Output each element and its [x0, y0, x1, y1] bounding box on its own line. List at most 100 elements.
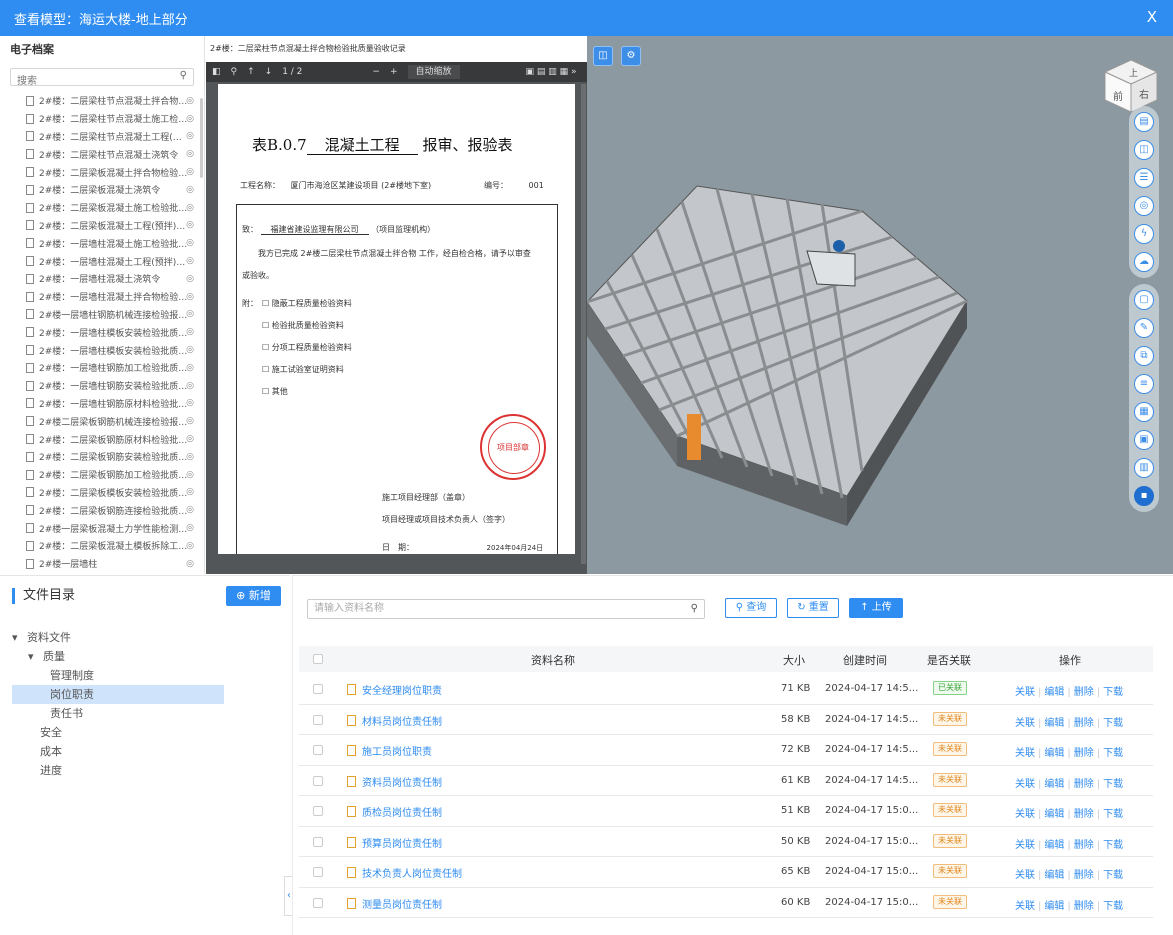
tree-node-progress[interactable]: 进度: [12, 761, 224, 780]
archive-item[interactable]: 2#楼：二层梁板混凝土工程(预拌)施工记录◎: [0, 217, 204, 235]
model-viewport[interactable]: ◫ ⚙ 上 前 右 ▤ ◫ ☰ ◎ ϟ ☁ ▢ ✎ ⧉ ≡ ▦ ▣ ▥ ▪: [587, 36, 1173, 574]
archive-item[interactable]: 2#楼：二层梁板混凝土浇筑令 ◎: [0, 181, 204, 199]
table-icon[interactable]: ▦: [1134, 402, 1154, 422]
link-action[interactable]: 关联: [1015, 779, 1035, 790]
query-button[interactable]: ⚲ 查询: [725, 598, 777, 618]
cube-right-label[interactable]: 右: [1139, 88, 1149, 101]
archive-item[interactable]: 2#楼一层墙柱钢筋机械连接检验报告SFC...◎: [0, 306, 204, 324]
eye-icon[interactable]: ◎: [186, 238, 194, 248]
download-action[interactable]: 下载: [1103, 901, 1123, 912]
page-indicator[interactable]: 1 / 2: [282, 67, 302, 77]
archive-item[interactable]: 2#楼：二层梁板钢筋安装检验批质量验收...◎: [0, 448, 204, 466]
next-page-icon[interactable]: ↓: [265, 67, 273, 77]
download-action[interactable]: 下载: [1103, 809, 1123, 820]
row-checkbox[interactable]: [313, 836, 323, 847]
pdf-icon[interactable]: ▪: [1134, 486, 1154, 506]
eye-icon[interactable]: ◎: [186, 96, 194, 106]
flash-icon[interactable]: ϟ: [1134, 224, 1154, 244]
archive-item[interactable]: 2#楼：一层墙柱钢筋安装检验批质量验收...◎: [0, 377, 204, 395]
row-checkbox[interactable]: [313, 775, 323, 786]
close-icon[interactable]: X: [1147, 8, 1157, 26]
archive-item[interactable]: 2#楼二层梁板钢筋机械连接检验报告SFC...◎: [0, 412, 204, 430]
eye-icon[interactable]: ◎: [186, 256, 194, 266]
layers-icon[interactable]: ☰: [1134, 168, 1154, 188]
file-name-link[interactable]: 安全经理岗位职责: [347, 682, 442, 697]
eye-icon[interactable]: ◎: [186, 559, 194, 569]
eye-icon[interactable]: ◎: [186, 167, 194, 177]
archive-item[interactable]: 2#楼：二层梁板钢筋原材料检验批质量验...◎: [0, 430, 204, 448]
document-icon[interactable]: ▢: [1134, 290, 1154, 310]
eye-icon[interactable]: ◎: [186, 505, 194, 515]
screenshot-icon[interactable]: ⧉: [1134, 346, 1154, 366]
archive-item[interactable]: 2#楼：二层梁柱节点混凝土拌合物检验批...◎: [0, 92, 204, 110]
archive-item[interactable]: 2#楼一层墙柱 ◎: [0, 555, 204, 573]
tree-node-responsibility[interactable]: 责任书: [12, 704, 224, 723]
archive-item[interactable]: 2#楼：二层梁柱节点混凝土工程(预拌)施...◎: [0, 128, 204, 146]
edit-action[interactable]: 编辑: [1044, 870, 1064, 881]
link-action[interactable]: 关联: [1015, 870, 1035, 881]
render-icon[interactable]: ◎: [1134, 196, 1154, 216]
row-checkbox[interactable]: [313, 897, 323, 908]
zoom-in-icon[interactable]: +: [390, 67, 398, 77]
archive-item[interactable]: 2#楼：一层墙柱混凝土施工检验批质量验...◎: [0, 234, 204, 252]
delete-action[interactable]: 删除: [1074, 687, 1094, 698]
view-cube[interactable]: 上 前 右: [1101, 56, 1161, 116]
eye-icon[interactable]: ◎: [186, 203, 194, 213]
eye-icon[interactable]: ◎: [186, 470, 194, 480]
note-icon[interactable]: ✎: [1134, 318, 1154, 338]
row-checkbox[interactable]: [313, 867, 323, 877]
tree-node-cost[interactable]: 成本: [12, 742, 224, 761]
eye-icon[interactable]: ◎: [186, 487, 194, 497]
delete-action[interactable]: 删除: [1074, 779, 1094, 790]
list-icon[interactable]: ≡: [1134, 374, 1154, 394]
eye-icon[interactable]: ◎: [186, 327, 194, 337]
eye-icon[interactable]: ◎: [186, 381, 194, 391]
tree-node-management[interactable]: 管理制度: [12, 666, 224, 685]
eye-icon[interactable]: ◎: [186, 452, 194, 462]
tree-node-quality[interactable]: ▾ 质量: [12, 647, 224, 666]
download-action[interactable]: 下载: [1103, 748, 1123, 759]
file-name-link[interactable]: 预算员岗位责任制: [347, 835, 442, 850]
archive-item[interactable]: 2#楼：二层梁板钢筋连接检验批质量验收...◎: [0, 501, 204, 519]
zoom-select[interactable]: 自动缩放: [407, 65, 460, 79]
clipboard-icon[interactable]: ▣: [1134, 430, 1154, 450]
eye-icon[interactable]: ◎: [186, 292, 194, 302]
download-action[interactable]: 下载: [1103, 840, 1123, 851]
sidebar-toggle-icon[interactable]: ◧: [212, 67, 221, 77]
search-icon[interactable]: ⚲: [691, 600, 698, 618]
edit-action[interactable]: 编辑: [1044, 779, 1064, 790]
edit-action[interactable]: 编辑: [1044, 809, 1064, 820]
download-action[interactable]: 下载: [1103, 718, 1123, 729]
eye-icon[interactable]: ◎: [186, 523, 194, 533]
find-icon[interactable]: ⚲: [231, 67, 238, 77]
row-checkbox[interactable]: [313, 684, 323, 694]
link-action[interactable]: 关联: [1015, 718, 1035, 729]
file-name-link[interactable]: 施工员岗位职责: [347, 743, 432, 758]
link-action[interactable]: 关联: [1015, 748, 1035, 759]
zoom-out-icon[interactable]: −: [372, 67, 380, 77]
tree-node-duties[interactable]: 岗位职责: [12, 685, 224, 704]
section-icon[interactable]: ◫: [1134, 140, 1154, 160]
edit-action[interactable]: 编辑: [1044, 901, 1064, 912]
eye-icon[interactable]: ◎: [186, 345, 194, 355]
archive-item[interactable]: 2#楼：二层梁柱节点混凝土施工检验批质...◎: [0, 110, 204, 128]
tools-icon[interactable]: ▣ ▤ ▥ ▦ »: [526, 67, 577, 77]
eye-icon[interactable]: ◎: [186, 363, 194, 373]
archive-item[interactable]: 2#楼：一层墙柱钢筋原材料检验批质量验...◎: [0, 395, 204, 413]
reset-button[interactable]: ↻ 重置: [787, 598, 839, 618]
pdf-scrollbar[interactable]: [581, 84, 586, 564]
eye-icon[interactable]: ◎: [186, 149, 194, 159]
download-action[interactable]: 下载: [1103, 870, 1123, 881]
download-action[interactable]: 下载: [1103, 687, 1123, 698]
archive-item[interactable]: 2#楼：二层梁柱节点混凝土浇筑令 ◎: [0, 145, 204, 163]
row-checkbox[interactable]: [313, 745, 323, 755]
archive-item[interactable]: 2#楼：一层墙柱模板安装检验批质量验收...◎: [0, 341, 204, 359]
delete-action[interactable]: 删除: [1074, 901, 1094, 912]
archive-item[interactable]: 2#楼一层梁板混凝土力学性能检测报告S...◎: [0, 519, 204, 537]
delete-action[interactable]: 删除: [1074, 870, 1094, 881]
tree-node-root[interactable]: ▾ 资料文件: [12, 628, 224, 647]
row-checkbox[interactable]: [313, 806, 323, 816]
archive-scrollbar[interactable]: [200, 98, 203, 178]
row-checkbox[interactable]: [313, 714, 323, 725]
cube-top-label[interactable]: 上: [1129, 68, 1138, 79]
